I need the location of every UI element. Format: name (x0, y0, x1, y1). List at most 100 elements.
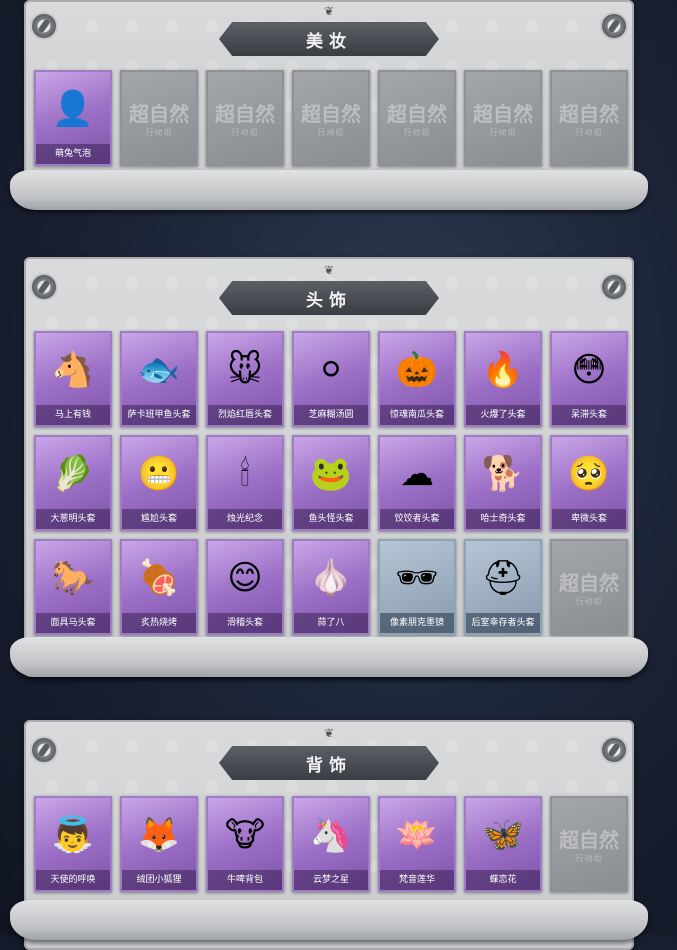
red-horse-head-icon: 🐴 (51, 350, 95, 390)
item-label: 后室幸存者头套 (466, 613, 540, 633)
gear-icon (602, 14, 626, 38)
watermark-main: 超自然 (473, 102, 533, 126)
butterfly-flower-icon: 🦋 (481, 815, 525, 855)
item-card[interactable]: 🦋 蝶恋花 (464, 796, 542, 892)
watermark-sub: 行动组 (403, 128, 431, 137)
cow-barrel-icon: 🐮 (224, 815, 266, 855)
item-label: 萌兔气泡 (36, 144, 110, 164)
angel-doll-icon: 👼 (51, 815, 95, 855)
fox-plush-icon: 🦊 (137, 815, 181, 855)
scroll-edge (10, 170, 648, 210)
fish-head-icon: 🐟 (137, 350, 181, 390)
bunny-bubble-icon: 👤 (51, 89, 95, 129)
empty-item-slot[interactable]: 超自然 行动组 (464, 70, 542, 166)
game-logo-watermark: 超自然 行动组 (466, 72, 540, 164)
silly-emoji-icon: 😊 (227, 558, 263, 598)
item-label: 饺饺者头套 (380, 509, 454, 529)
grilled-meat-icon: 🍖 (137, 558, 181, 598)
watermark-main: 超自然 (387, 102, 447, 126)
section-title: 头饰 (219, 281, 439, 315)
game-logo-watermark: 超自然 行动组 (552, 541, 626, 633)
pixel-sunglasses-icon: 🕶 (395, 558, 439, 598)
watermark-sub: 行动组 (575, 854, 603, 863)
item-label: 马上有钱 (36, 405, 110, 425)
item-label: 火爆了头套 (466, 405, 540, 425)
lotus-doll-icon: 🪷 (395, 815, 439, 855)
watermark-main: 超自然 (559, 102, 619, 126)
item-card[interactable]: 🕯 烛光纪念 (206, 435, 284, 531)
item-card[interactable]: 🐸 鱼头怪头套 (292, 435, 370, 531)
section-title: 背饰 (219, 746, 439, 780)
pumpkin-head-icon: 🎃 (395, 350, 439, 390)
item-label: 绒团小狐狸 (122, 870, 196, 890)
item-label: 烈焰红唇头套 (208, 405, 282, 425)
section-headwear: ❦ 头饰 🐴 马上有钱 🐟 萨卡班甲鱼头套 🐭 烈焰红唇头套 ⚪ 芝麻糊汤圆 🎃 惊魂南瓜头套 🔥 火… (10, 257, 648, 677)
watermark-main: 超自然 (129, 102, 189, 126)
item-label: 大葱明头套 (36, 509, 110, 529)
item-card[interactable]: 🐭 烈焰红唇头套 (206, 331, 284, 427)
item-card[interactable]: 🦄 云梦之星 (292, 796, 370, 892)
watermark-sub: 行动组 (575, 128, 603, 137)
item-card[interactable]: 😳 呆滞头套 (550, 331, 628, 427)
dumpling-head-icon: ⚪ (316, 350, 346, 390)
item-grid: 🐴 马上有钱 🐟 萨卡班甲鱼头套 🐭 烈焰红唇头套 ⚪ 芝麻糊汤圆 🎃 惊魂南瓜头套 🔥 火爆了头套 😳… (34, 331, 628, 635)
gear-icon (602, 275, 626, 299)
empty-item-slot[interactable]: 超自然 行动组 (292, 70, 370, 166)
empty-item-slot[interactable]: 超自然 行动组 (120, 70, 198, 166)
item-card[interactable]: 🦊 绒团小狐狸 (120, 796, 198, 892)
gear-icon (32, 738, 56, 762)
item-card[interactable]: 👼 天使的呼唤 (34, 796, 112, 892)
item-card[interactable]: 🐕 哈士奇头套 (464, 435, 542, 531)
item-card[interactable]: 🎃 惊魂南瓜头套 (378, 331, 456, 427)
watermark-sub: 行动组 (489, 128, 517, 137)
empty-item-slot[interactable]: 超自然 行动组 (378, 70, 456, 166)
item-card[interactable]: ☁ 饺饺者头套 (378, 435, 456, 531)
empty-item-slot[interactable]: 超自然 行动组 (550, 70, 628, 166)
item-label: 蝶恋花 (466, 870, 540, 890)
item-card[interactable]: 🐎 面具马头套 (34, 539, 112, 635)
item-label: 芝麻糊汤圆 (294, 405, 368, 425)
ornament-icon: ❦ (323, 4, 335, 18)
item-grid: 👼 天使的呼唤 🦊 绒团小狐狸 🐮 牛啤背包 🦄 云梦之星 🪷 梵音莲华 🦋 蝶恋花 超自然行动组 (34, 796, 628, 892)
candle-head-icon: 🕯 (240, 454, 250, 494)
watermark-sub: 行动组 (317, 128, 345, 137)
watermark-sub: 行动组 (575, 597, 603, 606)
item-label: 卑微头套 (552, 509, 626, 529)
game-logo-watermark: 超自然 行动组 (122, 72, 196, 164)
item-card[interactable]: 🐴 马上有钱 (34, 331, 112, 427)
watermark-main: 超自然 (559, 571, 619, 595)
empty-item-slot[interactable]: 超自然 行动组 (550, 539, 628, 635)
item-card[interactable]: 🐟 萨卡班甲鱼头套 (120, 331, 198, 427)
watermark-sub: 行动组 (231, 128, 259, 137)
empty-item-slot[interactable]: 超自然 行动组 (550, 796, 628, 892)
item-card[interactable]: ⚪ 芝麻糊汤圆 (292, 331, 370, 427)
fire-head-icon: 🔥 (481, 350, 525, 390)
item-label: 滑稽头套 (208, 613, 282, 633)
item-grid: 👤 萌兔气泡 超自然 行动组 超自然 行动组 超自然 行动组 超自然 行动组 超自然 行动组 超自然 行动… (34, 70, 628, 166)
watermark-main: 超自然 (301, 102, 361, 126)
gear-icon (32, 275, 56, 299)
item-card[interactable]: ⛑ 后室幸存者头套 (464, 539, 542, 635)
garlic-head-icon: 🧄 (309, 558, 353, 598)
dazed-emoji-icon: 😳 (571, 350, 607, 390)
scallion-head-icon: 🥬 (51, 454, 95, 494)
item-label: 炙热烧烤 (122, 613, 196, 633)
item-card[interactable]: 😬 尴尬头套 (120, 435, 198, 531)
item-card[interactable]: 🐮 牛啤背包 (206, 796, 284, 892)
ornament-icon: ❦ (323, 726, 335, 740)
item-card[interactable]: 🥺 卑微头套 (550, 435, 628, 531)
empty-item-slot[interactable]: 超自然 行动组 (206, 70, 284, 166)
pikachu-lips-icon: 🐭 (227, 350, 263, 390)
item-card[interactable]: 🥬 大葱明头套 (34, 435, 112, 531)
watermark-main: 超自然 (559, 828, 619, 852)
item-card[interactable]: 🪷 梵音莲华 (378, 796, 456, 892)
item-card[interactable]: 🕶 像素朋克墨镜 (378, 539, 456, 635)
item-card[interactable]: 🔥 火爆了头套 (464, 331, 542, 427)
item-card[interactable]: 👤 萌兔气泡 (34, 70, 112, 166)
horse-mask-icon: 🐎 (51, 558, 95, 598)
item-card[interactable]: 🧄 蒜了八 (292, 539, 370, 635)
item-card[interactable]: 🍖 炙热烧烤 (120, 539, 198, 635)
section-backwear: ❦ 背饰 👼 天使的呼唤 🦊 绒团小狐狸 🐮 牛啤背包 🦄 云梦之星 🪷 梵音莲华 🦋 蝶恋花 超自然行… (10, 720, 648, 950)
item-label: 蒜了八 (294, 613, 368, 633)
item-card[interactable]: 😊 滑稽头套 (206, 539, 284, 635)
